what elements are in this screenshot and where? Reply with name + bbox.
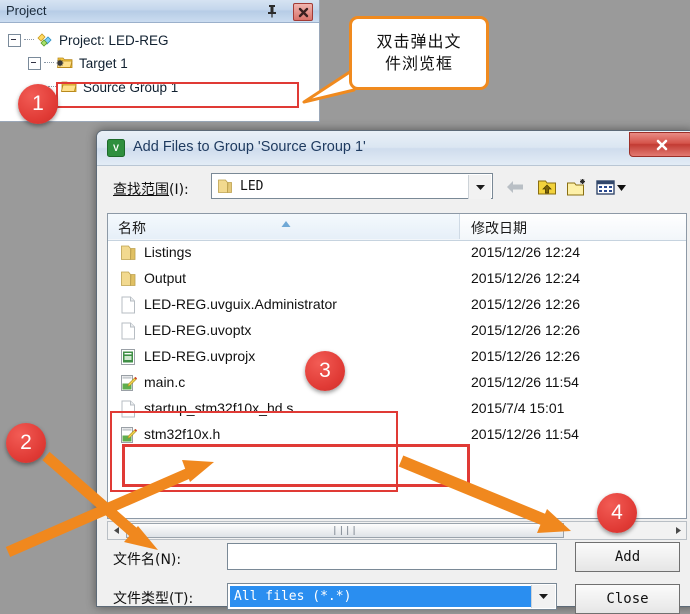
close-button[interactable]: Close xyxy=(575,584,680,614)
views-button[interactable] xyxy=(595,175,629,199)
lookin-label-text: 查找范围 xyxy=(113,182,169,198)
new-folder-button[interactable] xyxy=(565,175,589,199)
add-files-dialog: V Add Files to Group 'Source Group 1' 查找… xyxy=(96,130,690,614)
lookin-combobox[interactable]: LED xyxy=(211,173,493,199)
badge-2: 2 xyxy=(6,423,46,463)
filetype-label: 文件类型(T): xyxy=(113,588,193,608)
file-name: startup_stm32f10x_hd.s xyxy=(144,400,294,416)
up-folder-button[interactable] xyxy=(535,175,559,199)
callout-line-1: 双击弹出文 xyxy=(376,32,462,52)
filetype-value: All files (*.*) xyxy=(230,586,531,607)
dialog-close-button[interactable] xyxy=(629,132,690,157)
file-date: 2015/12/26 12:24 xyxy=(471,270,580,286)
file-list-row[interactable]: Listings 2015/12/26 12:24 xyxy=(108,240,686,266)
callout-bubble: 双击弹出文 件浏览框 xyxy=(349,16,489,90)
project-panel-title: Project xyxy=(6,3,47,18)
folder-icon xyxy=(217,178,233,195)
folder-icon xyxy=(120,270,137,288)
tree-item-label: Source Group 1 xyxy=(83,79,179,95)
badge-3: 3 xyxy=(305,351,345,391)
file-name: LED-REG.uvoptx xyxy=(144,322,252,338)
scrollbar-grip: |||| xyxy=(332,525,358,536)
dialog-title: Add Files to Group 'Source Group 1' xyxy=(133,139,366,155)
lookin-label: 查找范围(I): xyxy=(113,179,189,199)
file-icon xyxy=(120,400,137,418)
file-list[interactable]: 名称 修改日期 Listings 2015/12/26 12:24 Output 20… xyxy=(107,213,687,519)
file-list-row[interactable]: LED-REG.uvprojx 2015/12/26 12:26 xyxy=(108,344,686,370)
column-header-date[interactable]: 修改日期 xyxy=(461,214,686,239)
filename-input[interactable] xyxy=(227,543,557,570)
column-header-date-label: 修改日期 xyxy=(471,221,527,237)
expander-icon[interactable] xyxy=(8,33,21,47)
file-list-row[interactable]: Output 2015/12/26 12:24 xyxy=(108,266,686,292)
lookin-label-accel: (I): xyxy=(169,182,189,198)
source-file-icon xyxy=(120,374,138,392)
file-list-row[interactable]: LED-REG.uvoptx 2015/12/26 12:26 xyxy=(108,318,686,344)
lookin-row: 查找范围(I): LED xyxy=(107,173,685,203)
file-name: stm32f10x.h xyxy=(144,426,221,442)
add-button[interactable]: Add xyxy=(575,542,680,572)
tree-item-project[interactable]: Project: LED-REG xyxy=(8,29,169,51)
chevron-down-icon[interactable] xyxy=(468,175,491,199)
callout-line-2: 件浏览框 xyxy=(384,54,453,73)
file-date: 2015/12/26 12:26 xyxy=(471,348,580,364)
close-panel-button[interactable] xyxy=(293,3,313,21)
filetype-combobox[interactable]: All files (*.*) xyxy=(227,583,557,610)
file-list-row[interactable]: LED-REG.uvguix.Administrator 2015/12/26 1… xyxy=(108,292,686,318)
dialog-titlebar: V Add Files to Group 'Source Group 1' xyxy=(97,131,690,166)
tree-connector xyxy=(24,39,34,41)
svg-text:V: V xyxy=(113,143,119,153)
filename-label-text: 文件名 xyxy=(113,552,155,568)
chevron-down-icon[interactable] xyxy=(531,585,555,608)
callout-text: 双击弹出文 件浏览框 xyxy=(376,31,461,74)
pin-icon[interactable] xyxy=(265,4,279,18)
file-name: Listings xyxy=(144,244,192,260)
sort-asc-icon xyxy=(280,215,292,233)
file-date: 2015/12/26 12:26 xyxy=(471,296,580,312)
column-header-name-label: 名称 xyxy=(118,221,146,237)
scrollbar-thumb[interactable]: |||| xyxy=(126,523,564,538)
badge-1: 1 xyxy=(18,84,58,124)
scroll-left-icon[interactable] xyxy=(108,522,125,539)
expander-icon[interactable] xyxy=(28,56,41,70)
file-name: main.c xyxy=(144,374,186,390)
project-file-icon xyxy=(120,348,137,366)
tree-item-target[interactable]: Target 1 xyxy=(28,52,128,74)
file-list-rows[interactable]: Listings 2015/12/26 12:24 Output 2015/12/26… xyxy=(108,240,686,518)
file-date: 2015/12/26 11:54 xyxy=(471,374,579,390)
project-icon xyxy=(36,32,54,48)
tree-item-label: Target 1 xyxy=(79,55,128,71)
filename-label-accel: (N): xyxy=(155,552,182,568)
file-list-row[interactable]: main.c 2015/12/26 11:54 xyxy=(108,370,686,396)
uvision-icon: V xyxy=(107,139,125,157)
file-name: LED-REG.uvprojx xyxy=(144,348,256,364)
project-panel-titlebar: Project xyxy=(0,0,319,23)
file-date: 2015/12/26 11:54 xyxy=(471,426,579,442)
filetype-label-text: 文件类型 xyxy=(113,591,169,607)
column-header-name[interactable]: 名称 xyxy=(108,214,460,239)
filetype-label-accel: (T): xyxy=(169,591,194,607)
file-icon xyxy=(120,322,137,340)
folder-icon xyxy=(120,244,137,262)
file-date: 2015/7/4 15:01 xyxy=(471,400,565,416)
tree-item-label: Project: LED-REG xyxy=(59,32,169,48)
file-list-row[interactable]: stm32f10x.h 2015/12/26 11:54 xyxy=(108,422,686,448)
file-name: Output xyxy=(144,270,187,286)
badge-4: 4 xyxy=(597,493,637,533)
tree-item-source-group[interactable]: Source Group 1 xyxy=(48,76,178,98)
tree-connector xyxy=(44,62,54,64)
file-list-header: 名称 修改日期 xyxy=(108,214,686,241)
lookin-value: LED xyxy=(240,179,264,194)
file-name: LED-REG.uvguix.Administrator xyxy=(144,296,337,312)
file-icon xyxy=(120,296,137,314)
back-button[interactable] xyxy=(503,175,527,199)
file-list-row[interactable]: startup_stm32f10x_hd.s 2015/7/4 15:01 xyxy=(108,396,686,422)
target-folder-icon xyxy=(56,55,74,71)
file-date: 2015/12/26 12:26 xyxy=(471,322,580,338)
filename-label: 文件名(N): xyxy=(113,549,181,569)
folder-icon xyxy=(60,79,78,95)
scroll-right-icon[interactable] xyxy=(669,522,686,539)
source-file-icon xyxy=(120,426,138,444)
file-date: 2015/12/26 12:24 xyxy=(471,244,580,260)
